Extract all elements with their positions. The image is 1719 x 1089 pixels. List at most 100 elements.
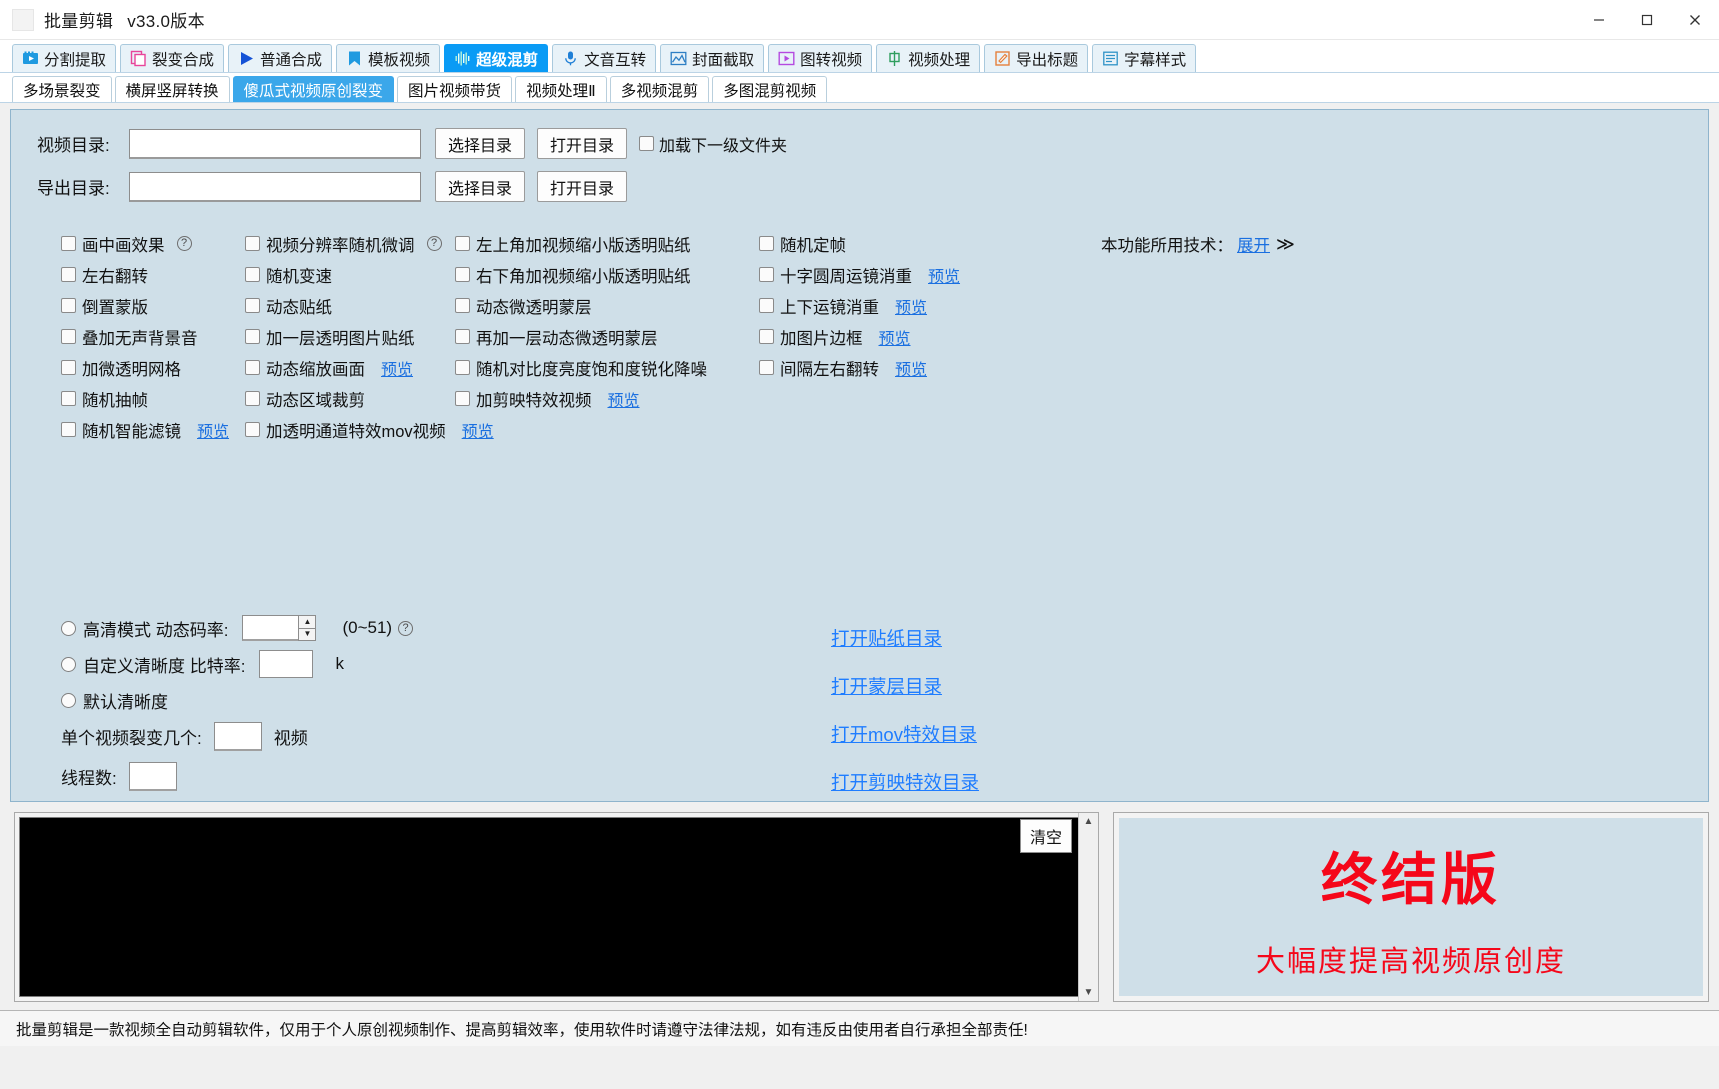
effects-checkbox-grid: 画中画效果 ? 左右翻转 倒置蒙版 叠加无声背景音 加微透明网格 随机抽帧 随机… (11, 228, 1708, 448)
split-count-input[interactable] (213, 722, 262, 751)
subtab-shagua-yuanchuang-liebian[interactable]: 傻瓜式视频原创裂变 (232, 76, 395, 102)
tab-putong-hecheng[interactable]: 普通合成 (228, 44, 333, 72)
tab-wenyin-huzhuan[interactable]: 文音互转 (552, 44, 657, 72)
tab-daochu-biaoti[interactable]: 导出标题 (984, 44, 1089, 72)
open-mask-directory-link[interactable]: 打开蒙层目录 (831, 673, 979, 699)
checkbox-box-icon (759, 298, 774, 313)
preview-link[interactable]: 预览 (879, 325, 911, 349)
play-box-purple-icon (778, 50, 795, 67)
tab-chaoji-hunjian[interactable]: 超级混剪 (444, 44, 549, 72)
open-sticker-directory-link[interactable]: 打开贴纸目录 (831, 625, 979, 651)
tab-zimu-yangshi[interactable]: 字幕样式 (1092, 44, 1197, 72)
preview-link[interactable]: 预览 (197, 418, 229, 442)
spinner-down-icon[interactable]: ▼ (298, 627, 317, 641)
preview-link[interactable]: 预览 (895, 294, 927, 318)
checkbox-box-icon (61, 298, 76, 313)
scroll-down-icon[interactable]: ▼ (1084, 984, 1094, 1001)
video-choose-directory-button[interactable]: 选择目录 (435, 128, 526, 159)
open-mov-effect-directory-link[interactable]: 打开mov特效目录 (831, 721, 979, 747)
checkbox-suiji-duibidu-liangdu[interactable]: 随机对比度亮度饱和度锐化降噪 (455, 352, 707, 383)
spinner-arrows[interactable]: ▲ ▼ (298, 615, 317, 641)
checkbox-label: 加透明通道特效mov视频 (266, 422, 446, 441)
close-button[interactable] (1671, 0, 1719, 40)
quality-custom-row[interactable]: 自定义清晰度 比特率: k (61, 646, 413, 682)
checkbox-zuoyou-fanzhuan[interactable]: 左右翻转 (61, 259, 229, 290)
tab-fenge-tiqu[interactable]: 分割提取 (12, 44, 117, 72)
checkbox-zuoshangjiao-suoxiao-tiezhi[interactable]: 左上角加视频缩小版透明贴纸 (455, 228, 707, 259)
preview-link[interactable]: 预览 (462, 418, 494, 442)
subtab-duotu-hunjian-shipin[interactable]: 多图混剪视频 (712, 76, 828, 102)
log-output[interactable] (19, 817, 1094, 997)
export-directory-input[interactable] (129, 171, 421, 202)
checkbox-huazhonghua[interactable]: 画中画效果 ? (61, 228, 229, 259)
subtab-hengping-shuping[interactable]: 横屏竖屏转换 (114, 76, 230, 102)
help-icon[interactable]: ? (426, 236, 442, 251)
status-bar-text: 批量剪辑是一款视频全自动剪辑软件，仅用于个人原创视频制作、提高剪辑效率，使用软件… (16, 1021, 1028, 1039)
export-open-directory-button[interactable]: 打开目录 (537, 171, 628, 202)
checkbox-daozhi-mengban[interactable]: 倒置蒙版 (61, 290, 229, 321)
scroll-up-icon[interactable]: ▲ (1084, 813, 1094, 830)
checkbox-dongtai-weitouming-mengceng[interactable]: 动态微透明蒙层 (455, 290, 707, 321)
checkbox-jia-touming-tongdao-mov[interactable]: 加透明通道特效mov视频 预览 (245, 414, 494, 445)
checkbox-suiji-chouzhen[interactable]: 随机抽帧 (61, 383, 229, 414)
checkbox-youxiajiao-suoxiao-tiezhi[interactable]: 右下角加视频缩小版透明贴纸 (455, 259, 707, 290)
checkbox-zaijia-yiceng-mengceng[interactable]: 再加一层动态微透明蒙层 (455, 321, 707, 352)
checkbox-suiji-dingzhen[interactable]: 随机定帧 (759, 228, 960, 259)
quality-default-row[interactable]: 默认清晰度 (61, 682, 413, 718)
log-scrollbar[interactable]: ▲ ▼ (1078, 813, 1098, 1001)
tab-moban-shipin[interactable]: 模板视频 (336, 44, 441, 72)
checkbox-box-icon (455, 360, 470, 375)
checkbox-label: 随机智能滤镜 (82, 422, 181, 441)
checkbox-box-icon (61, 422, 76, 437)
checkbox-box-icon (245, 391, 260, 406)
checkbox-suiji-zhineng-lvjing[interactable]: 随机智能滤镜 预览 (61, 414, 229, 445)
load-subfolder-checkbox[interactable]: 加载下一级文件夹 (639, 132, 787, 156)
help-icon[interactable]: ? (398, 620, 414, 636)
video-open-directory-button[interactable]: 打开目录 (537, 128, 628, 159)
subtab-shipin-chuli-2[interactable]: 视频处理Ⅱ (515, 76, 607, 102)
tab-shipin-chuli[interactable]: 视频处理 (876, 44, 981, 72)
checkbox-jia-weitouming-wangge[interactable]: 加微透明网格 (61, 352, 229, 383)
minimize-button[interactable] (1575, 0, 1623, 40)
clipboard-pen-icon (994, 50, 1011, 67)
quality-hd-row[interactable]: 高清模式 动态码率: ▲ ▼ (0~51) ? (61, 610, 414, 646)
preview-link[interactable]: 预览 (895, 356, 927, 380)
checkbox-jia-tupian-biankuang[interactable]: 加图片边框 预览 (759, 321, 960, 352)
subtab-duochangjing-liebian[interactable]: 多场景裂变 (12, 76, 112, 102)
checkbox-jia-jianying-texiao-shipin[interactable]: 加剪映特效视频 预览 (455, 383, 707, 414)
dynamic-bitrate-spinner[interactable]: ▲ ▼ (242, 615, 317, 641)
checkbox-jiange-zuoyou-fanzhuan[interactable]: 间隔左右翻转 预览 (759, 352, 960, 383)
subtitle-lines-icon (1102, 50, 1119, 67)
preview-link[interactable]: 预览 (928, 263, 960, 287)
video-directory-input[interactable] (129, 128, 421, 159)
checkbox-column-1: 画中画效果 ? 左右翻转 倒置蒙版 叠加无声背景音 加微透明网格 随机抽帧 随机… (61, 228, 229, 445)
checkbox-box-icon (61, 329, 76, 344)
split-count-suffix: 视频 (273, 729, 308, 748)
checkbox-diejia-wusheng-beijingyin[interactable]: 叠加无声背景音 (61, 321, 229, 352)
thread-count-input[interactable] (128, 762, 177, 791)
subtab-label: 傻瓜式视频原创裂变 (243, 82, 384, 100)
open-jianying-effect-directory-link[interactable]: 打开剪映特效目录 (831, 769, 979, 795)
spinner-up-icon[interactable]: ▲ (298, 615, 317, 628)
checkbox-box-icon (455, 329, 470, 344)
help-icon[interactable]: ? (176, 236, 192, 251)
tab-label: 视频处理 (908, 51, 971, 69)
dynamic-bitrate-input[interactable] (242, 615, 299, 641)
preview-link[interactable]: 预览 (381, 356, 413, 380)
tab-liebian-hecheng[interactable]: 裂变合成 (120, 44, 225, 72)
tab-fengmian-jiequ[interactable]: 封面截取 (660, 44, 765, 72)
export-choose-directory-button[interactable]: 选择目录 (435, 171, 526, 202)
checkbox-shangxia-yunjing-xiaozhong[interactable]: 上下运镜消重 预览 (759, 290, 960, 321)
main-tab-strip: 分割提取 裂变合成 普通合成 模板视频 超级混剪 文音互转 封面截取 图转视频 … (0, 40, 1719, 73)
preview-link[interactable]: 预览 (608, 387, 640, 411)
checkbox-box-icon (245, 298, 260, 313)
tab-tuzhuan-shipin[interactable]: 图转视频 (768, 44, 873, 72)
subtab-tupian-shipin-daihuo[interactable]: 图片视频带货 (397, 76, 513, 102)
subtab-duoshipin-hunjian[interactable]: 多视频混剪 (609, 76, 710, 102)
maximize-button[interactable] (1623, 0, 1671, 40)
custom-bitrate-input[interactable] (259, 650, 314, 678)
expand-tech-link[interactable]: 展开 (1237, 232, 1270, 256)
checkbox-shizi-yuanzhou-yunjing[interactable]: 十字圆周运镜消重 预览 (759, 259, 960, 290)
clear-log-button[interactable]: 清空 (1019, 819, 1072, 853)
checkbox-box-icon (61, 391, 76, 406)
